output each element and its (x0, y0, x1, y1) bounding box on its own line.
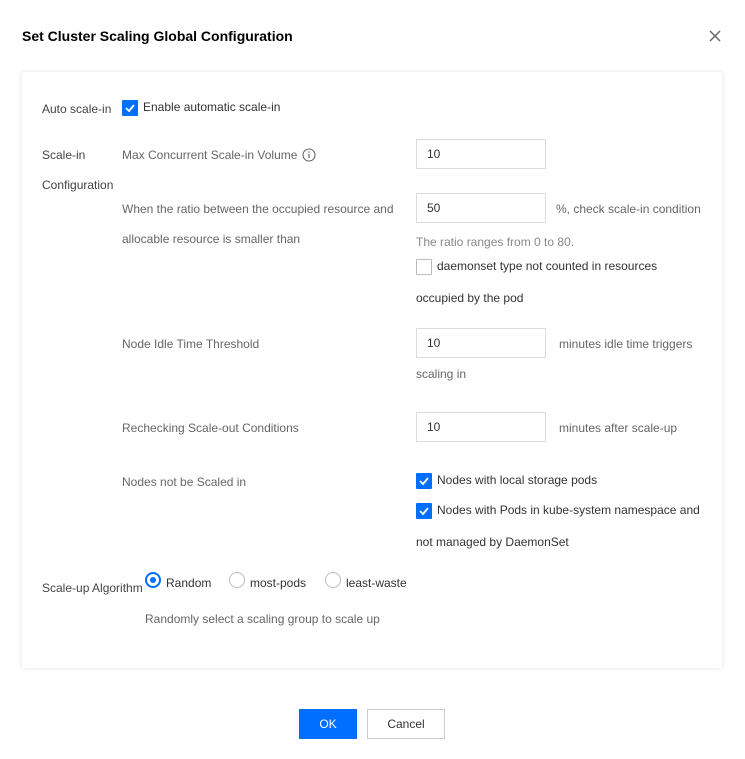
ok-button[interactable]: OK (299, 709, 357, 739)
check-icon (419, 477, 429, 486)
scale-in-config-label-line2: Configuration (42, 178, 114, 192)
radio-least-waste[interactable] (325, 572, 341, 588)
radio-most-pods-label: most-pods (250, 576, 307, 590)
max-concurrent-input[interactable] (416, 139, 546, 169)
daemonset-label-line1: daemonset type not counted in resources (437, 259, 658, 273)
auto-scale-in-label: Auto scale-in (42, 102, 112, 116)
local-storage-pods-label: Nodes with local storage pods (437, 473, 598, 487)
cancel-button[interactable]: Cancel (367, 709, 445, 739)
scale-up-algorithm-label: Scale-up Algorithm (42, 581, 143, 595)
daemonset-label-line2: occupied by the pod (416, 291, 524, 305)
ratio-input[interactable] (416, 193, 546, 223)
info-icon[interactable] (302, 148, 316, 162)
close-icon[interactable] (707, 28, 723, 44)
ratio-label-line2: allocable resource is smaller than (122, 232, 301, 246)
scale-in-config-label-line1: Scale-in (42, 148, 86, 162)
kube-system-pods-label-line1: Nodes with Pods in kube-system namespace… (437, 503, 700, 517)
dialog-title: Set Cluster Scaling Global Configuration (22, 28, 293, 44)
kube-system-pods-checkbox[interactable] (416, 503, 432, 519)
scale-up-description: Randomly select a scaling group to scale… (145, 612, 380, 626)
radio-least-waste-label: least-waste (346, 576, 407, 590)
idle-threshold-suffix-line2: scaling in (416, 367, 467, 381)
radio-random[interactable] (145, 572, 161, 588)
check-icon (419, 507, 429, 516)
recheck-suffix: minutes after scale-up (559, 421, 678, 435)
ratio-suffix: %, check scale-in condition (556, 202, 701, 216)
check-icon (125, 104, 135, 113)
idle-threshold-label: Node Idle Time Threshold (122, 337, 260, 351)
enable-auto-scale-in-label: Enable automatic scale-in (143, 100, 281, 114)
kube-system-pods-label-line2: not managed by DaemonSet (416, 535, 569, 549)
enable-auto-scale-in-checkbox[interactable] (122, 100, 138, 116)
max-concurrent-label: Max Concurrent Scale-in Volume (122, 148, 298, 162)
ratio-label-line1: When the ratio between the occupied reso… (122, 202, 394, 216)
idle-threshold-suffix-line1: minutes idle time triggers (559, 337, 693, 351)
idle-threshold-input[interactable] (416, 328, 546, 358)
radio-random-label: Random (166, 576, 212, 590)
ratio-hint: The ratio ranges from 0 to 80. (416, 235, 575, 249)
local-storage-pods-checkbox[interactable] (416, 473, 432, 489)
not-scaled-label: Nodes not be Scaled in (122, 475, 247, 489)
recheck-input[interactable] (416, 412, 546, 442)
recheck-label: Rechecking Scale-out Conditions (122, 421, 299, 435)
daemonset-checkbox[interactable] (416, 259, 432, 275)
radio-most-pods[interactable] (229, 572, 245, 588)
